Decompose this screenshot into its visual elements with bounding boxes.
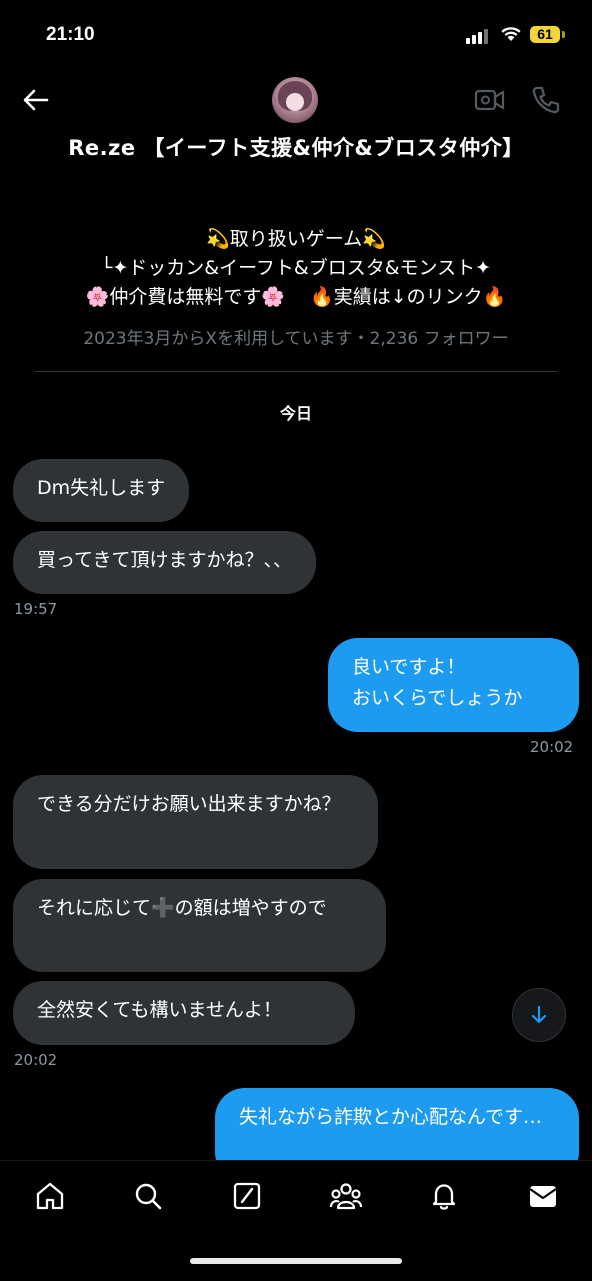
message-outgoing[interactable]: 良いですよ！ おいくらでしょうか bbox=[328, 638, 579, 732]
message-incoming[interactable]: Dm失礼します bbox=[13, 459, 190, 522]
grok-icon[interactable] bbox=[229, 1178, 265, 1214]
battery-tip bbox=[562, 31, 565, 38]
message-incoming[interactable]: できる分だけお願い出来ますかね？ bbox=[13, 775, 378, 869]
message-timestamp: 19:57 bbox=[14, 600, 58, 618]
wifi-icon bbox=[500, 25, 522, 47]
arrow-down-icon bbox=[531, 1005, 547, 1024]
home-indicator bbox=[190, 1258, 402, 1264]
divider bbox=[34, 371, 558, 372]
notifications-icon[interactable] bbox=[426, 1178, 462, 1214]
bio-line: 🌸仲介費は無料です🌸 🔥実績は↓のリンク🔥 bbox=[85, 286, 507, 308]
communities-icon[interactable] bbox=[328, 1178, 364, 1214]
avatar[interactable] bbox=[272, 77, 318, 123]
profile-bio: 💫取り扱いゲーム💫 └✦ドッカン&イーフト&ブロスタ&モンスト✦ 🌸仲介費は無料… bbox=[0, 225, 592, 312]
date-separator: 今日 bbox=[279, 404, 312, 423]
conversation-title[interactable]: Re.ze 【イーフト支援&仲介&ブロスタ仲介】 bbox=[0, 132, 592, 162]
messages-icon[interactable] bbox=[525, 1178, 561, 1214]
bio-line: 💫取り扱いゲーム💫 bbox=[206, 228, 386, 250]
message-incoming[interactable]: 買ってきて頂けますかね？、、 bbox=[13, 531, 316, 594]
cellular-signal-icon bbox=[466, 29, 488, 44]
phone-icon[interactable] bbox=[530, 84, 562, 120]
arrow-left-icon[interactable] bbox=[20, 84, 52, 120]
message-timestamp: 20:02 bbox=[530, 738, 574, 756]
status-time: 21:10 bbox=[46, 24, 95, 45]
search-icon[interactable] bbox=[130, 1178, 166, 1214]
battery-indicator: 61 bbox=[530, 26, 560, 43]
video-camera-icon[interactable] bbox=[474, 86, 506, 118]
profile-joined-followers: 2023年3月からXを利用しています・2,236 フォロワー bbox=[83, 329, 509, 349]
message-incoming[interactable]: 全然安くても構いませんよ！ bbox=[13, 981, 355, 1045]
scroll-to-bottom-button[interactable] bbox=[512, 988, 566, 1042]
bio-line: └✦ドッカン&イーフト&ブロスタ&モンスト✦ bbox=[100, 257, 492, 279]
message-timestamp: 20:02 bbox=[14, 1051, 58, 1069]
home-icon[interactable] bbox=[32, 1178, 68, 1214]
message-incoming[interactable]: それに応じて➕の額は増やすので bbox=[13, 879, 386, 972]
